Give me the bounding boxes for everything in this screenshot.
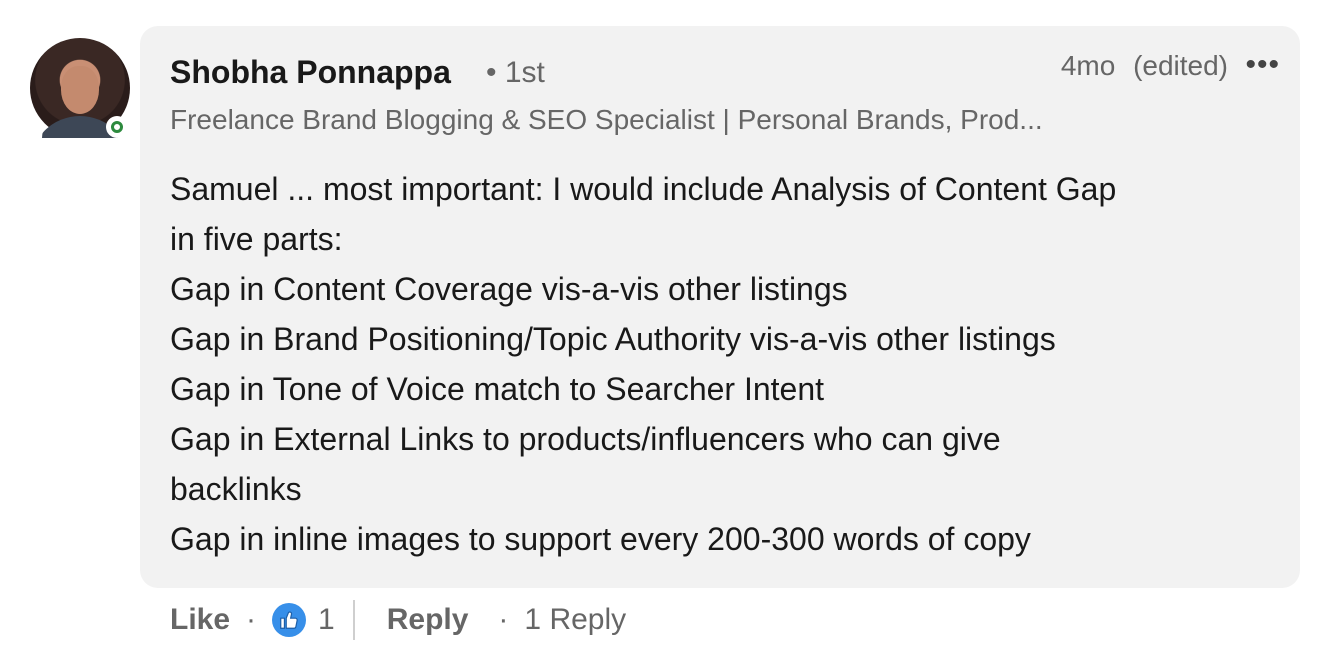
comment-line: Gap in Tone of Voice match to Searcher I… <box>170 371 825 407</box>
comment-line: backlinks <box>170 471 302 507</box>
comment-line: in five parts: <box>170 221 343 257</box>
comment-line: Samuel ... most important: I would inclu… <box>170 171 1117 207</box>
online-status-icon <box>106 116 128 138</box>
separator-dot: · <box>246 603 257 636</box>
connection-degree: • 1st <box>486 56 545 89</box>
author-name[interactable]: Shobha Ponnappa <box>170 54 451 91</box>
more-options-icon[interactable]: ••• <box>1245 48 1280 82</box>
replies-link[interactable]: 1 Reply <box>524 603 626 637</box>
action-divider <box>352 600 355 640</box>
comment-actions: Like · 1 Reply · 1 Reply <box>170 598 626 642</box>
comment-line: Gap in inline images to support every 20… <box>170 521 1031 557</box>
author-headline: Freelance Brand Blogging & SEO Specialis… <box>170 104 1043 135</box>
like-thumb-icon[interactable] <box>272 603 307 637</box>
comment-text: Samuel ... most important: I would inclu… <box>170 164 1260 564</box>
comment-line: Gap in Content Coverage vis-a-vis other … <box>170 271 848 307</box>
separator-dot: · <box>498 603 509 636</box>
reply-button[interactable]: Reply <box>387 603 469 637</box>
comment-line: Gap in External Links to products/influe… <box>170 421 1001 457</box>
comment-time: 4mo <box>1060 50 1116 81</box>
comment-meta: 4mo (edited) <box>1061 50 1228 82</box>
avatar-face <box>61 66 99 114</box>
reaction-count[interactable]: 1 <box>318 603 335 637</box>
edited-label: (edited) <box>1133 50 1228 81</box>
like-button[interactable]: Like <box>170 603 230 637</box>
comment-line: Gap in Brand Positioning/Topic Authority… <box>170 321 1056 357</box>
